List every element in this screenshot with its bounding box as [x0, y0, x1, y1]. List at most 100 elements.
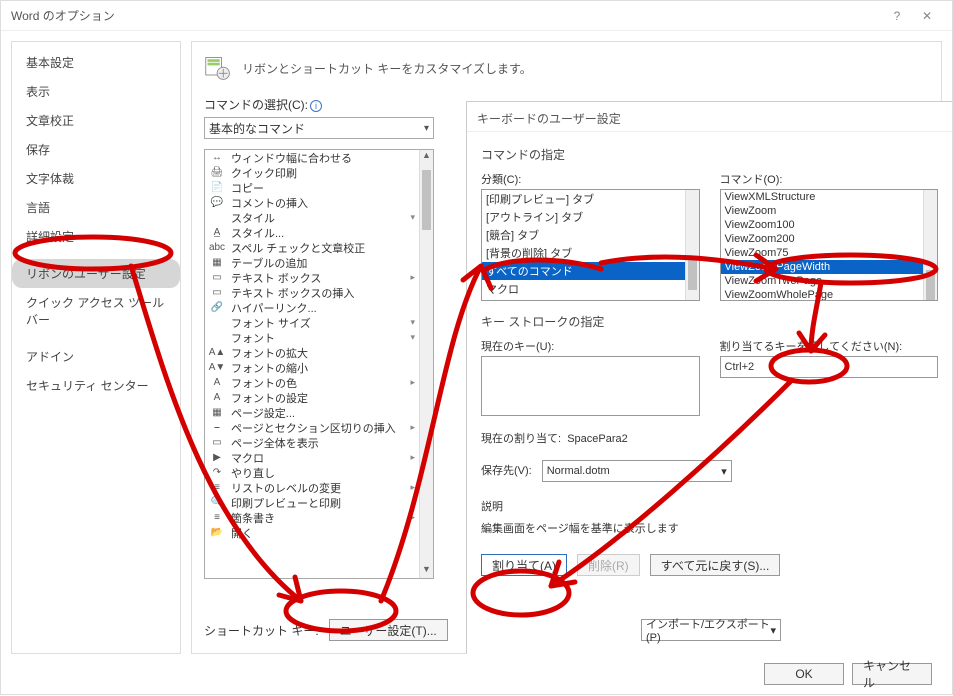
ribbon-customize-icon	[204, 54, 232, 82]
command-o-item[interactable]: ViewZoomWholePage	[721, 288, 938, 301]
sidebar-item-7[interactable]: リボンのユーザー設定	[12, 259, 180, 288]
command-icon: ▭	[209, 286, 225, 300]
new-key-input[interactable]: Ctrl+2	[720, 356, 939, 378]
category-item[interactable]: フォント	[482, 298, 699, 301]
reset-all-button[interactable]: すべて元に戻す(S)...	[650, 554, 781, 576]
command-item[interactable]: ▭ テキスト ボックスの挿入	[205, 285, 419, 300]
command-o-item[interactable]: ViewZoomPageWidth	[721, 260, 938, 274]
command-item[interactable]: ↷やり直し	[205, 465, 419, 480]
command-item[interactable]: スタイル▾	[205, 210, 419, 225]
category-listbox[interactable]: [印刷プレビュー] タブ[アウトライン] タブ[競合] タブ[背景の削除] タブ…	[481, 189, 700, 301]
sidebar-item-6[interactable]: 詳細設定	[12, 222, 180, 251]
description-text: 編集画面をページ幅を基準に表示します	[481, 520, 938, 536]
scrollbar[interactable]	[923, 190, 937, 300]
command-item[interactable]: A▲フォントの拡大	[205, 345, 419, 360]
sidebar-item-8[interactable]: クイック アクセス ツール バー	[12, 288, 180, 334]
shortcut-key-label: ショートカット キー:	[204, 622, 319, 639]
command-o-item[interactable]: ViewZoom	[721, 204, 938, 218]
info-icon[interactable]: i	[310, 100, 322, 112]
category-item[interactable]: [背景の削除] タブ	[482, 244, 699, 262]
category-item[interactable]: [印刷プレビュー] タブ	[482, 190, 699, 208]
command-icon: 📄	[209, 181, 225, 195]
command-item[interactable]: 🔍印刷プレビューと印刷	[205, 495, 419, 510]
command-item[interactable]: abcスペル チェックと文章校正	[205, 240, 419, 255]
sidebar-item-10[interactable]: セキュリティ センター	[12, 371, 180, 400]
current-key-box[interactable]	[481, 356, 700, 416]
command-item[interactable]: ▶マクロ▸	[205, 450, 419, 465]
command-item[interactable]: ▭ページ全体を表示	[205, 435, 419, 450]
command-item[interactable]: フォント サイズ▾	[205, 315, 419, 330]
command-icon: 🔗	[209, 301, 225, 315]
remove-button: 削除(R)	[577, 554, 640, 576]
scroll-thumb[interactable]	[422, 170, 431, 230]
command-item[interactable]: A▼フォントの縮小	[205, 360, 419, 375]
scrollbar[interactable]: ▲ ▼	[419, 150, 433, 578]
command-label: テキスト ボックスの挿入	[231, 285, 354, 301]
command-o-item[interactable]: ViewZoomTwoPage	[721, 274, 938, 288]
command-label: ハイパーリンク...	[231, 300, 317, 316]
cancel-button[interactable]: キャンセル	[852, 663, 932, 685]
sidebar-item-0[interactable]: 基本設定	[12, 48, 180, 77]
category-item[interactable]: [競合] タブ	[482, 226, 699, 244]
command-o-item[interactable]: ViewZoom100	[721, 218, 938, 232]
command-icon: ▭	[209, 436, 225, 450]
command-item[interactable]: ↔ウィンドウ幅に合わせる	[205, 150, 419, 165]
import-export-select[interactable]: インポート/エクスポート(P) ▾	[641, 619, 781, 641]
category-item[interactable]: マクロ	[482, 280, 699, 298]
sidebar-item-9[interactable]: アドイン	[12, 342, 180, 371]
command-listbox[interactable]: ViewXMLStructureViewZoomViewZoom100ViewZ…	[720, 189, 939, 301]
command-item[interactable]: A̲スタイル...	[205, 225, 419, 240]
current-key-label: 現在のキー(U):	[481, 338, 700, 354]
command-o-label: コマンド(O):	[720, 171, 939, 187]
command-item[interactable]: Aフォントの色▸	[205, 375, 419, 390]
command-label: 印刷プレビューと印刷	[231, 495, 341, 511]
command-o-item[interactable]: ViewZoom75	[721, 246, 938, 260]
description-label: 説明	[481, 498, 938, 514]
command-item[interactable]: ≡箇条書き▸	[205, 510, 419, 525]
sidebar-item-3[interactable]: 保存	[12, 135, 180, 164]
command-item[interactable]: 🔗 ハイパーリンク...	[205, 300, 419, 315]
command-icon: ≡	[209, 481, 225, 495]
close-button[interactable]: ✕	[912, 9, 942, 23]
command-item[interactable]: 💬コメントの挿入	[205, 195, 419, 210]
command-item[interactable]: ⎯ページとセクション区切りの挿入▸	[205, 420, 419, 435]
command-item[interactable]: ▦ページ設定...	[205, 405, 419, 420]
command-icon: A̲	[209, 226, 225, 240]
submenu-icon: ▾	[410, 317, 415, 328]
command-item[interactable]: ▦テーブルの追加	[205, 255, 419, 270]
command-label: コメントの挿入	[231, 195, 308, 211]
sidebar-item-5[interactable]: 言語	[12, 193, 180, 222]
scrollbar[interactable]	[685, 190, 699, 300]
command-o-item[interactable]: ViewZoom200	[721, 232, 938, 246]
sidebar-item-4[interactable]: 文字体裁	[12, 164, 180, 193]
choose-commands-select[interactable]: 基本的なコマンド ▾	[204, 117, 434, 139]
assign-button[interactable]: 割り当て(A)	[481, 554, 567, 576]
command-item[interactable]: ≡リストのレベルの変更▸	[205, 480, 419, 495]
command-o-item[interactable]: ViewXMLStructure	[721, 190, 938, 204]
command-label: フォントの縮小	[231, 360, 308, 376]
command-label: コピー	[231, 180, 264, 196]
sidebar-item-1[interactable]: 表示	[12, 77, 180, 106]
submenu-icon: ▾	[410, 332, 415, 343]
command-icon: A▲	[209, 346, 225, 360]
commands-listbox[interactable]: ↔ウィンドウ幅に合わせる🖨クイック印刷📄 コピー💬コメントの挿入スタイル▾A̲スタ…	[204, 149, 434, 579]
scroll-up-icon[interactable]: ▲	[420, 150, 433, 164]
category-item[interactable]: すべてのコマンド	[482, 262, 699, 280]
sidebar-item-2[interactable]: 文章校正	[12, 106, 180, 135]
command-item[interactable]: 📂開く	[205, 525, 419, 540]
command-item[interactable]: 📄 コピー	[205, 180, 419, 195]
ok-button[interactable]: OK	[764, 663, 844, 685]
scroll-down-icon[interactable]: ▼	[420, 564, 433, 578]
customize-button[interactable]: ユーザー設定(T)...	[329, 619, 448, 641]
command-label: スペル チェックと文章校正	[231, 240, 365, 256]
chevron-down-icon: ▾	[721, 465, 727, 478]
command-icon: ▦	[209, 406, 225, 420]
command-item[interactable]: ▭テキスト ボックス▸	[205, 270, 419, 285]
command-item[interactable]: 🖨クイック印刷	[205, 165, 419, 180]
new-key-value: Ctrl+2	[725, 361, 755, 373]
help-button[interactable]: ?	[882, 9, 912, 23]
category-item[interactable]: [アウトライン] タブ	[482, 208, 699, 226]
save-to-select[interactable]: Normal.dotm ▾	[542, 460, 732, 482]
command-item[interactable]: フォント▾	[205, 330, 419, 345]
command-item[interactable]: Aフォントの設定	[205, 390, 419, 405]
